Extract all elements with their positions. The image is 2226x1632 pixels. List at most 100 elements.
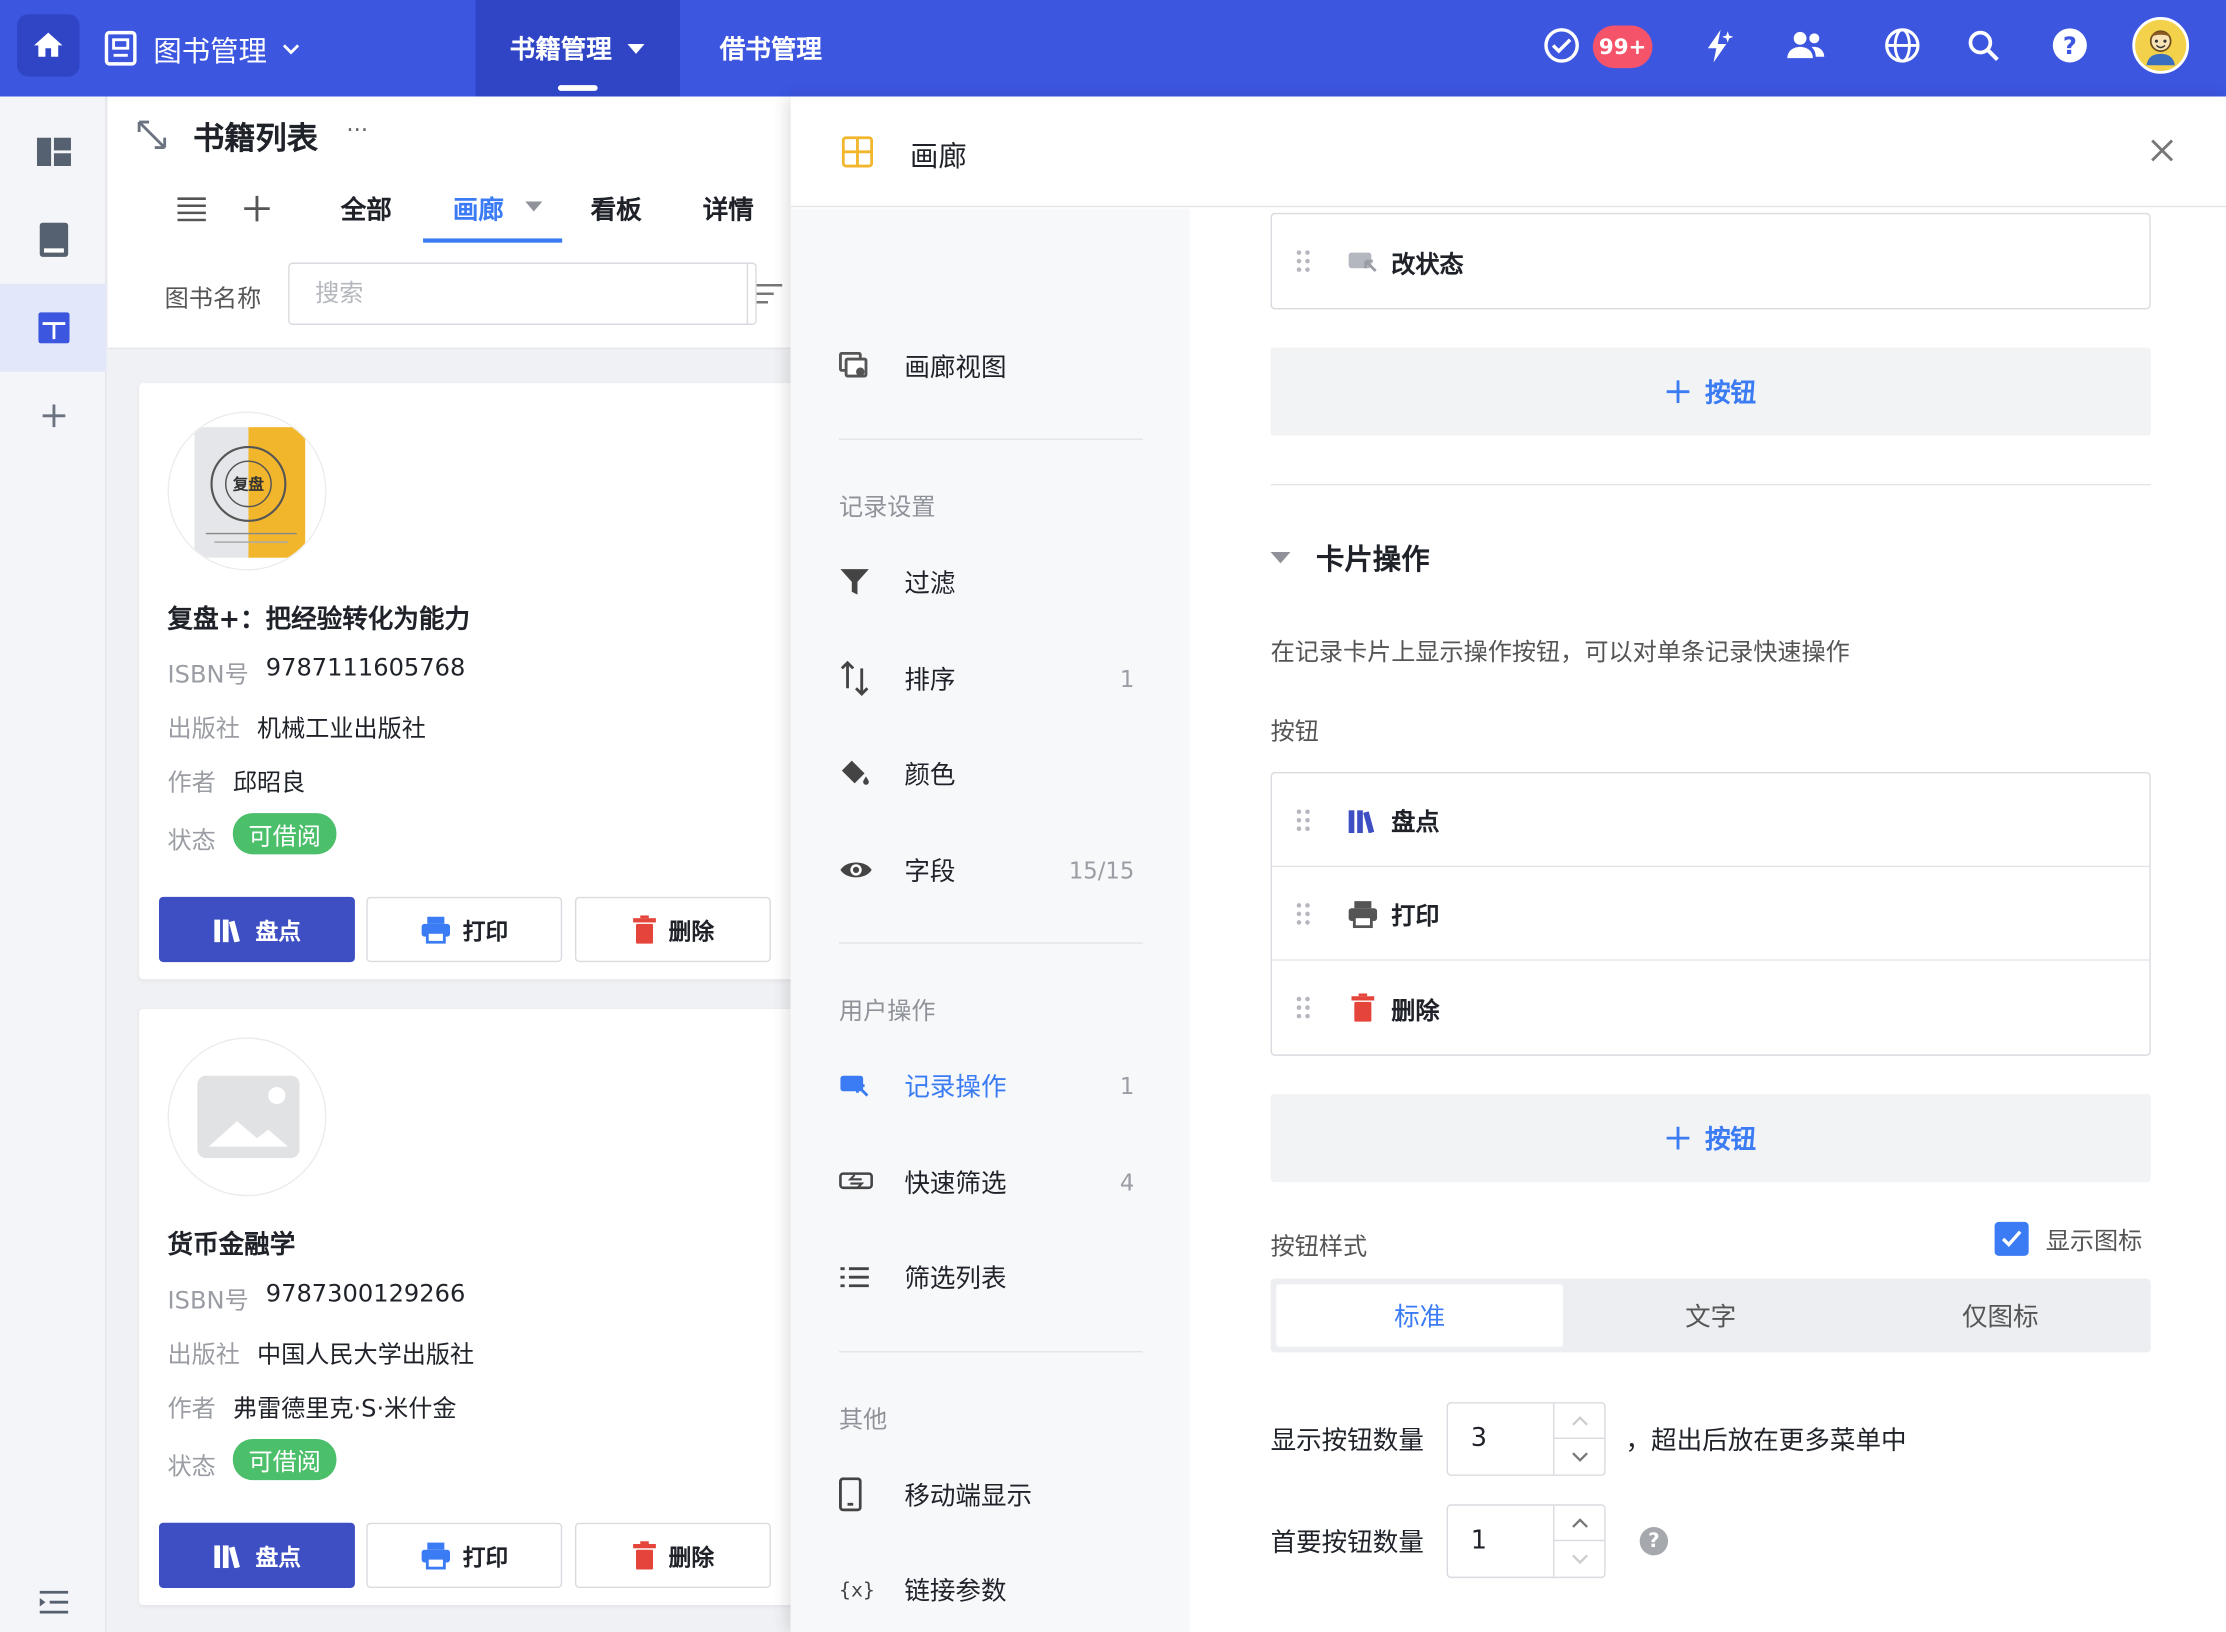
book-card[interactable]: 复盘 复盘+：把经验转化为能力 ISBN号 9787111605768 出版社 机械…	[139, 383, 807, 980]
sidebar-item-books[interactable]	[0, 196, 106, 284]
section-other: 其他	[839, 1406, 888, 1435]
button-row[interactable]: 打印	[1272, 867, 2150, 961]
decrement-button[interactable]	[1555, 1541, 1606, 1576]
chevron-up-icon	[1572, 1416, 1588, 1426]
chevron-up-icon	[1572, 1518, 1588, 1528]
button-label: 盘点	[255, 918, 301, 946]
button-row[interactable]: 删除	[1272, 961, 2149, 1055]
add-view-icon[interactable]	[243, 194, 271, 222]
caret-down-icon[interactable]	[525, 201, 543, 213]
caret-down-icon	[627, 43, 645, 54]
print-button[interactable]: 打印	[366, 1522, 563, 1589]
drag-handle-icon[interactable]	[1272, 996, 1334, 1019]
home-icon	[34, 32, 63, 57]
tab-detail[interactable]: 详情	[703, 190, 754, 227]
menu-item-link-params[interactable]: {x} 链接参数	[839, 1561, 1143, 1618]
language-button[interactable]	[1880, 23, 1925, 68]
style-option-text[interactable]: 文字	[1567, 1284, 1854, 1346]
help-icon[interactable]: ?	[1639, 1526, 1669, 1556]
book-card[interactable]: 货币金融学 ISBN号 9787300129266 出版社 中国人民大学出版社 作者…	[139, 1009, 807, 1606]
eye-icon	[840, 862, 872, 878]
print-button[interactable]: 打印	[366, 896, 563, 963]
help-icon: ?	[2052, 28, 2087, 63]
primary-count-stepper[interactable]: 1	[1446, 1504, 1606, 1579]
stepper-value[interactable]: 3	[1471, 1423, 1487, 1453]
plus-icon	[1666, 1126, 1690, 1150]
menu-item-filter[interactable]: 过滤	[839, 553, 1143, 610]
sidebar-collapse-button[interactable]	[0, 1558, 106, 1632]
home-button[interactable]	[17, 14, 80, 77]
delete-button[interactable]: 删除	[574, 896, 771, 963]
nav-book-management[interactable]: 书籍管理	[475, 0, 681, 97]
sidebar-item-table[interactable]	[0, 283, 107, 372]
inventory-button[interactable]: 盘点	[159, 896, 355, 963]
filter-options-button[interactable]	[746, 263, 790, 324]
decrement-button[interactable]	[1555, 1439, 1606, 1474]
tab-kanban[interactable]: 看板	[591, 190, 642, 227]
inventory-button[interactable]: 盘点	[159, 1522, 355, 1589]
divider	[839, 942, 1143, 944]
close-icon[interactable]	[2148, 136, 2176, 164]
notification-badge: 99+	[1592, 25, 1653, 69]
publisher-row: 出版社 机械工业出版社	[168, 708, 426, 743]
app-title: 图书管理	[153, 33, 267, 68]
search-button[interactable]	[1961, 23, 2006, 68]
menu-item-mobile[interactable]: 移动端显示	[839, 1466, 1143, 1523]
automation-button[interactable]	[1695, 23, 1740, 68]
nav-borrow-management[interactable]: 借书管理	[720, 0, 822, 97]
card-actions-section[interactable]: 卡片操作	[1270, 536, 1430, 577]
increment-button[interactable]	[1554, 1506, 1606, 1542]
stepper-value[interactable]: 1	[1471, 1526, 1487, 1556]
add-record-button[interactable]: 按钮	[1270, 347, 2151, 436]
increment-button[interactable]	[1554, 1404, 1606, 1439]
tab-gallery[interactable]: 画廊	[453, 190, 504, 227]
style-option-icon-only[interactable]: 仅图标	[1857, 1284, 2144, 1346]
drag-handle-icon[interactable]	[1272, 808, 1334, 831]
menu-item-fields[interactable]: 字段 15/15	[839, 842, 1143, 899]
menu-item-quick-filter[interactable]: 快速筛选 4	[839, 1154, 1143, 1211]
menu-item-record-actions[interactable]: 记录操作 1	[839, 1057, 1143, 1114]
publisher-label: 出版社	[167, 715, 240, 744]
sidebar-item-dashboard[interactable]	[0, 108, 106, 196]
menu-item-sort[interactable]: 排序 1	[839, 650, 1143, 707]
menu-label: 快速筛选	[904, 1169, 1007, 1200]
checkbox-checked[interactable]	[1994, 1221, 2029, 1256]
avatar[interactable]	[2132, 17, 2190, 74]
visible-count-stepper[interactable]: 3	[1446, 1402, 1606, 1476]
fields-count: 15/15	[1068, 856, 1135, 884]
menu-item-color[interactable]: 颜色	[839, 745, 1143, 802]
mobile-icon	[839, 1477, 862, 1512]
drag-handle-icon[interactable]	[1272, 250, 1334, 273]
menu-item-gallery-view[interactable]: 画廊视图	[839, 338, 1143, 395]
menu-icon[interactable]	[176, 196, 207, 222]
drag-handle-icon[interactable]	[1272, 902, 1334, 925]
more-actions-button[interactable]: ···	[346, 116, 368, 143]
menu-item-filter-list[interactable]: 筛选列表	[839, 1249, 1143, 1306]
lightning-icon	[1707, 29, 1734, 63]
book-cover-image: 复盘	[168, 412, 326, 570]
button-label: 盘点	[255, 1544, 301, 1571]
show-icon-checkbox[interactable]: 显示图标	[1994, 1220, 2142, 1256]
help-button[interactable]: ?	[2047, 23, 2092, 68]
gallery-settings-drawer: 画廊 画廊视图 记录设置 过滤 排序 1 颜色 字段 15/15 用户操作 记录…	[790, 96, 2226, 1632]
expand-icon[interactable]	[136, 119, 167, 150]
record-action-icon	[1348, 252, 1377, 273]
search-input[interactable]	[289, 263, 716, 324]
table-icon	[37, 312, 69, 344]
add-card-button[interactable]: 按钮	[1270, 1094, 2151, 1183]
sidebar-add-button[interactable]	[0, 372, 106, 460]
button-row[interactable]: 改状态	[1272, 214, 2149, 308]
globe-icon	[1885, 28, 1920, 63]
style-option-standard[interactable]: 标准	[1276, 1284, 1564, 1347]
filter-lines-icon	[755, 283, 782, 304]
tab-all[interactable]: 全部	[341, 190, 392, 227]
users-button[interactable]	[1783, 23, 1828, 68]
menu-label: 移动端显示	[904, 1481, 1033, 1512]
nav-label: 借书管理	[719, 35, 822, 66]
button-row[interactable]: 盘点	[1272, 773, 2150, 868]
publisher-value: 机械工业出版社	[256, 715, 426, 744]
app-switcher[interactable]: 图书管理	[102, 0, 301, 97]
book-title: 复盘+：把经验转化为能力	[167, 604, 471, 635]
delete-button[interactable]: 删除	[574, 1522, 771, 1589]
todo-button[interactable]	[1539, 23, 1584, 68]
